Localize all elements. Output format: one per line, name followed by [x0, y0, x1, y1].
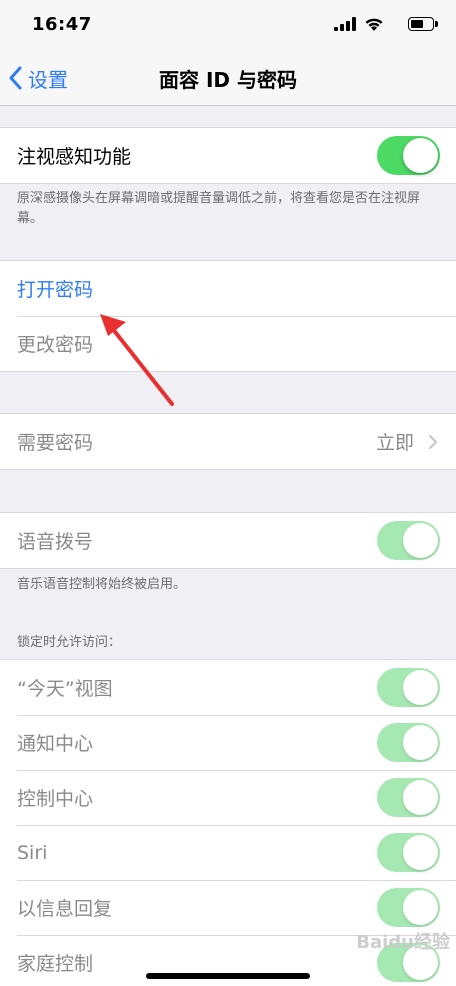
lock-access-header: 锁定时允许访问：: [17, 635, 122, 650]
list-item: 控制中心: [0, 770, 456, 825]
change-passcode-label: 更改密码: [17, 334, 94, 356]
reply-with-message-toggle: [377, 888, 440, 927]
voice-dial-group: 语音拨号: [0, 512, 456, 569]
control-center-label: 控制中心: [17, 788, 94, 810]
chevron-right-icon: [429, 434, 437, 449]
passcode-group: 打开密码 更改密码: [0, 260, 456, 372]
attention-label: 注视感知功能: [17, 146, 132, 168]
notification-center-toggle: [377, 723, 440, 762]
attention-toggle[interactable]: [377, 136, 440, 175]
wifi-icon: [365, 18, 383, 31]
notification-center-label: 通知中心: [17, 733, 94, 755]
annotation-arrow-icon: [100, 314, 174, 406]
siri-toggle: [377, 833, 440, 872]
status-icons: [324, 15, 438, 35]
status-time: 16:47: [32, 14, 92, 35]
list-item: 以信息回复: [0, 880, 456, 935]
home-control-label: 家庭控制: [17, 953, 94, 975]
require-passcode-value: 立即: [375, 432, 414, 454]
status-bar: 16:47: [0, 0, 456, 50]
turn-on-passcode-label: 打开密码: [17, 279, 94, 301]
require-passcode-label: 需要密码: [17, 432, 94, 454]
turn-on-passcode-row[interactable]: 打开密码: [0, 261, 456, 316]
watermark-logo: Baidu经验: [356, 932, 450, 953]
voice-dial-toggle: [377, 521, 440, 560]
home-indicator[interactable]: [146, 973, 310, 979]
voice-dial-label: 语音拨号: [17, 531, 94, 553]
list-item: “今天”视图: [0, 660, 456, 715]
signal-icon: [334, 17, 356, 31]
battery-icon: [408, 17, 438, 31]
attention-row: 注视感知功能: [0, 128, 456, 183]
siri-label: Siri: [17, 841, 48, 864]
attention-group: 注视感知功能: [0, 127, 456, 184]
voice-dial-footnote: 音乐语音控制将始终被启用。: [17, 577, 187, 592]
nav-bar: 设置 面容 ID 与密码: [0, 50, 456, 106]
page-title: 面容 ID 与密码: [159, 68, 297, 92]
attention-footnote: 原深感摄像头在屏幕调暗或提醒音量调低之前，将查看您是否在注视屏幕。: [17, 191, 421, 226]
list-item: 通知中心: [0, 715, 456, 770]
today-view-toggle: [377, 668, 440, 707]
today-view-label: “今天”视图: [17, 678, 113, 700]
control-center-toggle: [377, 778, 440, 817]
list-item: Siri: [0, 825, 456, 880]
require-passcode-row: 需要密码 立即: [0, 414, 456, 469]
change-passcode-row: 更改密码: [0, 316, 456, 371]
voice-dial-row: 语音拨号: [0, 513, 456, 568]
require-passcode-group: 需要密码 立即: [0, 413, 456, 470]
reply-with-message-label: 以信息回复: [17, 898, 113, 920]
